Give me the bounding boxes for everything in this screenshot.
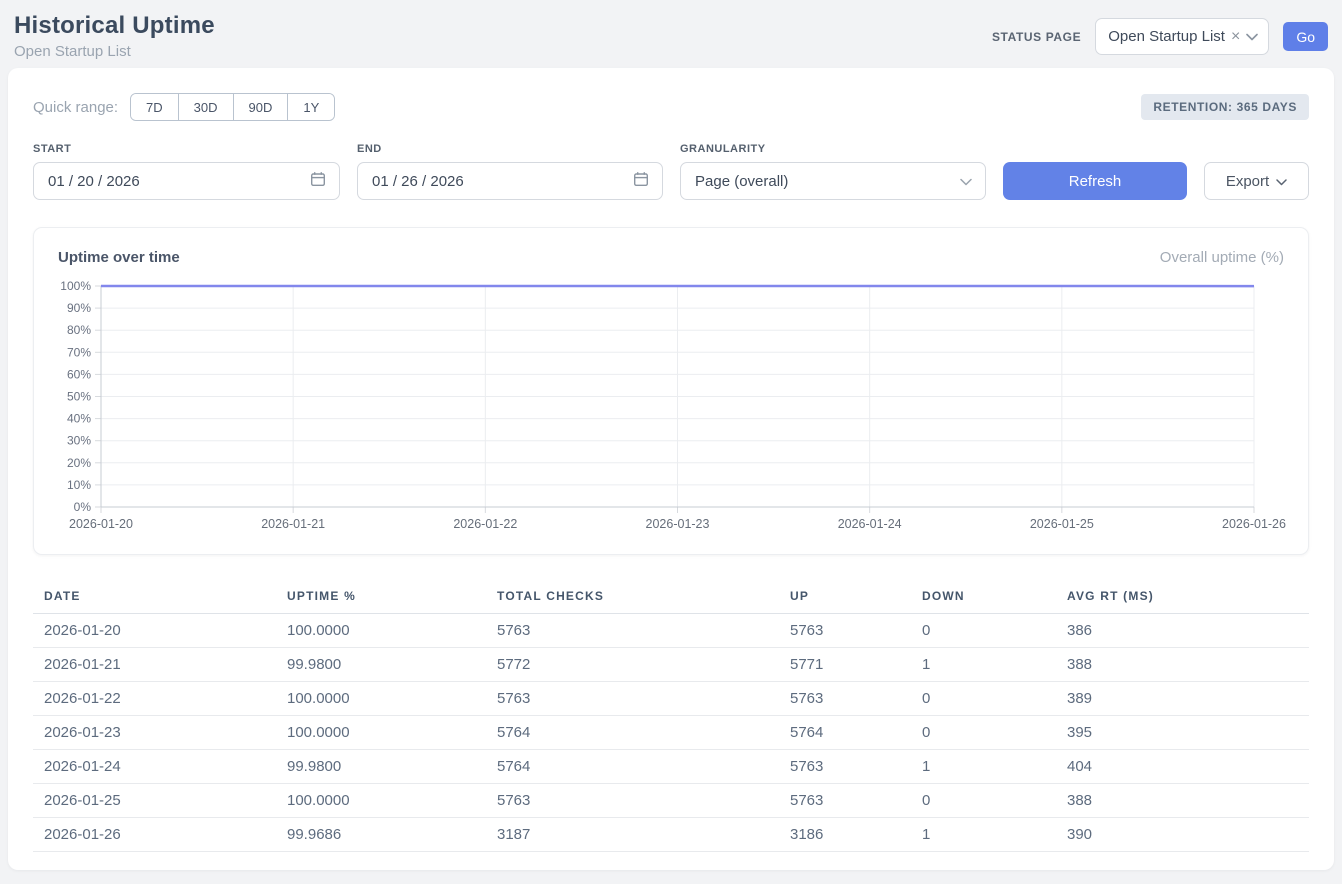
- column-header-down: DOWN: [911, 579, 1056, 614]
- uptime-table-header: DATE UPTIME % TOTAL CHECKS UP DOWN AVG R…: [33, 579, 1309, 614]
- chevron-down-icon: [1246, 28, 1258, 46]
- svg-text:2026-01-21: 2026-01-21: [261, 517, 325, 531]
- table-row: 2026-01-22100.0000576357630389: [33, 682, 1309, 716]
- svg-text:2026-01-23: 2026-01-23: [646, 517, 710, 531]
- retention-badge: RETENTION: 365 DAYS: [1141, 94, 1309, 120]
- column-header-up: UP: [779, 579, 911, 614]
- svg-text:80%: 80%: [67, 323, 91, 337]
- table-row: 2026-01-25100.0000576357630388: [33, 784, 1309, 818]
- svg-text:2026-01-20: 2026-01-20: [69, 517, 133, 531]
- export-button[interactable]: Export: [1204, 162, 1309, 200]
- svg-text:60%: 60%: [67, 367, 91, 381]
- calendar-icon[interactable]: [310, 171, 326, 191]
- column-header-date: DATE: [33, 579, 276, 614]
- svg-text:50%: 50%: [67, 390, 91, 404]
- chart-header: Uptime over time Overall uptime (%): [58, 249, 1284, 266]
- svg-text:30%: 30%: [67, 434, 91, 448]
- chart-title: Uptime over time: [58, 249, 180, 266]
- end-date-field: END 01 / 26 / 2026: [357, 143, 663, 200]
- table-row: 2026-01-2499.9800576457631404: [33, 750, 1309, 784]
- start-date-label: START: [33, 143, 340, 155]
- quick-range-30d-button[interactable]: 30D: [178, 94, 233, 120]
- start-date-input[interactable]: 01 / 20 / 2026: [33, 162, 340, 200]
- svg-text:40%: 40%: [67, 412, 91, 426]
- svg-text:0%: 0%: [74, 500, 92, 514]
- table-row: 2026-01-2199.9800577257711388: [33, 648, 1309, 682]
- table-row: 2026-01-20100.0000576357630386: [33, 614, 1309, 648]
- page: Historical Uptime Open Startup List STAT…: [0, 0, 1342, 870]
- end-date-label: END: [357, 143, 663, 155]
- clear-selection-icon[interactable]: ×: [1231, 29, 1240, 45]
- uptime-table-body: 2026-01-20100.00005763576303862026-01-21…: [33, 614, 1309, 852]
- main-panel: Quick range: 7D 30D 90D 1Y RETENTION: 36…: [8, 68, 1334, 870]
- end-date-value: 01 / 26 / 2026: [372, 173, 464, 190]
- chart-legend: Overall uptime (%): [1160, 249, 1284, 266]
- column-header-avg-rt: AVG RT (MS): [1056, 579, 1309, 614]
- start-date-value: 01 / 20 / 2026: [48, 173, 140, 190]
- column-header-total-checks: TOTAL CHECKS: [486, 579, 779, 614]
- header-controls: STATUS PAGE Open Startup List × Go: [992, 18, 1328, 55]
- svg-text:100%: 100%: [60, 279, 91, 293]
- quick-range-row: Quick range: 7D 30D 90D 1Y RETENTION: 36…: [33, 93, 1309, 121]
- quick-range-1y-button[interactable]: 1Y: [287, 94, 334, 120]
- chevron-down-icon: [1276, 173, 1287, 190]
- go-button[interactable]: Go: [1283, 22, 1328, 51]
- quick-range-label: Quick range:: [33, 99, 118, 116]
- svg-text:2026-01-26: 2026-01-26: [1222, 517, 1286, 531]
- refresh-button[interactable]: Refresh: [1003, 162, 1187, 200]
- svg-text:20%: 20%: [67, 456, 91, 470]
- granularity-field: GRANULARITY Page (overall): [680, 143, 986, 200]
- start-date-field: START 01 / 20 / 2026: [33, 143, 340, 200]
- quick-range-group: Quick range: 7D 30D 90D 1Y: [33, 93, 335, 121]
- granularity-select[interactable]: Page (overall): [680, 162, 986, 200]
- export-button-label: Export: [1226, 173, 1269, 190]
- granularity-selected-value: Page (overall): [695, 173, 788, 190]
- svg-text:2026-01-25: 2026-01-25: [1030, 517, 1094, 531]
- page-title: Historical Uptime: [14, 12, 215, 40]
- uptime-table: DATE UPTIME % TOTAL CHECKS UP DOWN AVG R…: [33, 579, 1309, 852]
- column-header-uptime: UPTIME %: [276, 579, 486, 614]
- top-header: Historical Uptime Open Startup List STAT…: [8, 0, 1334, 68]
- svg-text:70%: 70%: [67, 345, 91, 359]
- table-row: 2026-01-2699.9686318731861390: [33, 818, 1309, 852]
- svg-text:90%: 90%: [67, 301, 91, 315]
- chevron-down-icon: [960, 173, 972, 190]
- svg-text:2026-01-24: 2026-01-24: [838, 517, 902, 531]
- granularity-label: GRANULARITY: [680, 143, 986, 155]
- quick-range-90d-button[interactable]: 90D: [233, 94, 288, 120]
- uptime-chart-card: Uptime over time Overall uptime (%) 0% 10…: [33, 227, 1309, 555]
- end-date-input[interactable]: 01 / 26 / 2026: [357, 162, 663, 200]
- status-page-label: STATUS PAGE: [992, 30, 1081, 44]
- calendar-icon[interactable]: [633, 171, 649, 191]
- svg-text:2026-01-22: 2026-01-22: [453, 517, 517, 531]
- uptime-chart-svg: 0% 10% 20% 30% 40% 50% 60% 70% 80% 90% 100% 2026-01…: [58, 278, 1286, 536]
- svg-text:10%: 10%: [67, 478, 91, 492]
- page-subtitle: Open Startup List: [14, 43, 215, 60]
- status-page-selected-value: Open Startup List: [1108, 28, 1225, 45]
- status-page-select[interactable]: Open Startup List ×: [1095, 18, 1269, 55]
- table-row: 2026-01-23100.0000576457640395: [33, 716, 1309, 750]
- quick-range-7d-button[interactable]: 7D: [131, 94, 178, 120]
- quick-range-segmented-control: 7D 30D 90D 1Y: [130, 93, 335, 121]
- title-block: Historical Uptime Open Startup List: [14, 12, 215, 60]
- filters-row: START 01 / 20 / 2026 END 01 / 26 / 2026: [33, 143, 1309, 200]
